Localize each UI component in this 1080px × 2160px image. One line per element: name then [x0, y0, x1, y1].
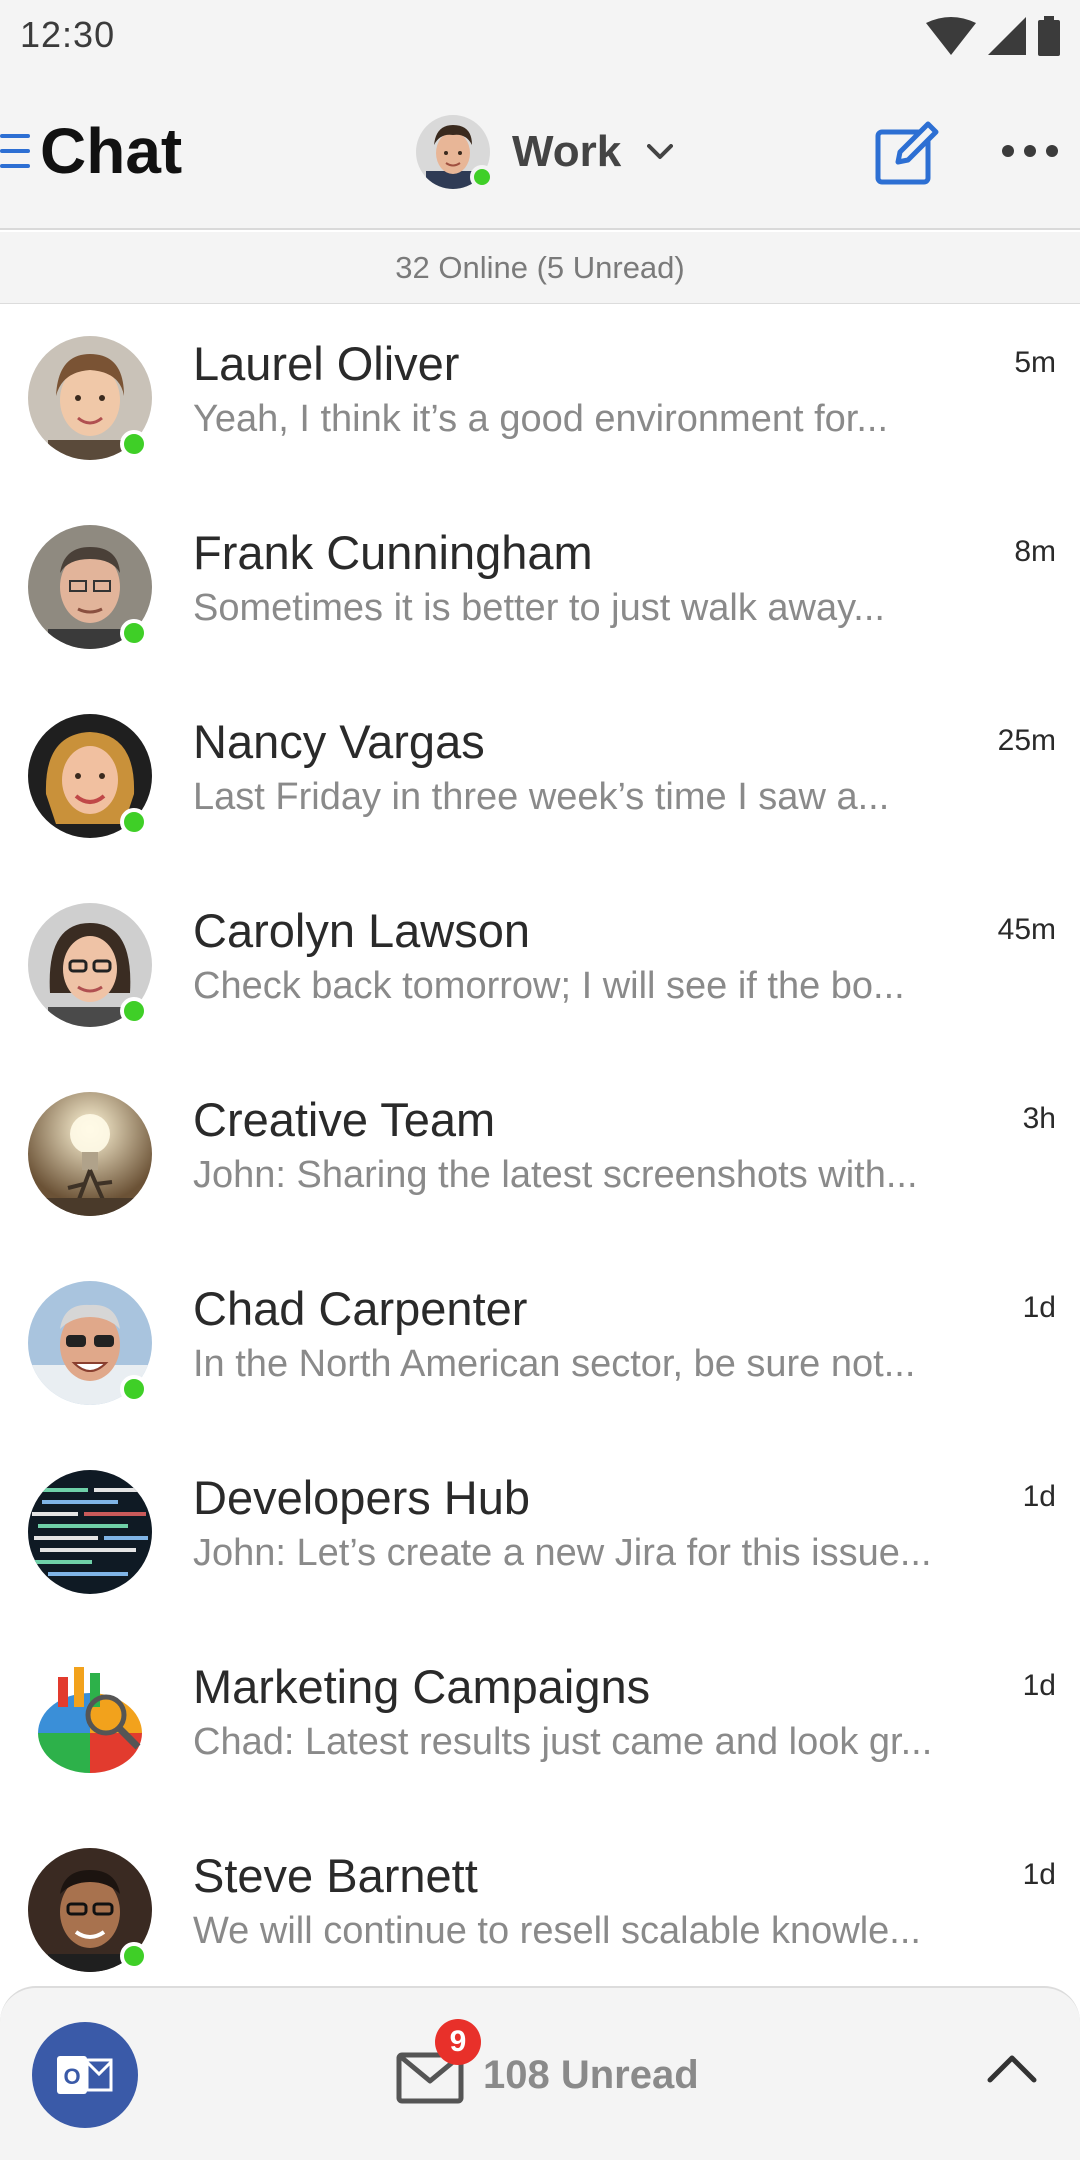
chat-name: Carolyn Lawson: [193, 904, 531, 957]
chat-item-nancy-vargas[interactable]: Nancy Vargas 25m Last Friday in three we…: [0, 684, 1080, 873]
chat-item-marketing-campaigns[interactable]: Marketing Campaigns 1d Chad: Latest resu…: [0, 1629, 1080, 1818]
avatar: [28, 336, 152, 460]
mail-icon[interactable]: 9: [395, 2019, 481, 2105]
chat-time: 8m: [1014, 535, 1056, 568]
chat-item-frank-cunningham[interactable]: Frank Cunningham 8m Sometimes it is bett…: [0, 495, 1080, 684]
chat-preview: We will continue to resell scalable know…: [193, 1910, 921, 1952]
chat-item-creative-team[interactable]: Creative Team 3h John: Sharing the lates…: [0, 1062, 1080, 1251]
chat-time: 1d: [1022, 1858, 1056, 1891]
avatar: [28, 1470, 152, 1594]
cellular-icon: [988, 17, 1026, 55]
online-indicator: [120, 997, 148, 1025]
status-icons: [926, 16, 1060, 56]
chat-preview: Chad: Latest results just came and look …: [193, 1721, 933, 1763]
chat-item-steve-barnett[interactable]: Steve Barnett 1d We will continue to res…: [0, 1818, 1080, 1986]
hamburger-icon[interactable]: [0, 132, 30, 172]
chat-name: Developers Hub: [193, 1471, 531, 1524]
online-summary: 32 Online (5 Unread): [0, 232, 1080, 304]
avatar: [28, 525, 152, 649]
online-indicator: [120, 619, 148, 647]
chat-name: Chad Carpenter: [193, 1282, 528, 1335]
bottom-bar: O 9 108 Unread: [0, 1986, 1080, 2160]
account-avatar[interactable]: [416, 115, 494, 189]
page-title: Chat: [40, 115, 183, 187]
avatar: [28, 714, 152, 838]
chat-name: Laurel Oliver: [193, 337, 460, 390]
status-bar: 12:30: [0, 0, 1080, 76]
chat-preview: John: Let’s create a new Jira for this i…: [193, 1532, 932, 1574]
app-header: Chat Work: [0, 76, 1080, 230]
chat-item-laurel-oliver[interactable]: Laurel Oliver 5m Yeah, I think it’s a go…: [0, 306, 1080, 495]
account-label[interactable]: Work: [512, 127, 621, 177]
chat-preview: In the North American sector, be sure no…: [193, 1343, 916, 1385]
chat-time: 3h: [1022, 1102, 1056, 1135]
status-time: 12:30: [20, 14, 116, 55]
chevron-down-icon[interactable]: [647, 144, 674, 160]
chat-name: Creative Team: [193, 1093, 496, 1146]
chat-preview: Sometimes it is better to just walk away…: [193, 587, 885, 629]
chat-item-carolyn-lawson[interactable]: Carolyn Lawson 45m Check back tomorrow; …: [0, 873, 1080, 1062]
chat-time: 25m: [997, 724, 1056, 757]
chat-list: Laurel Oliver 5m Yeah, I think it’s a go…: [0, 306, 1080, 1986]
unread-badge: 9: [435, 2019, 481, 2065]
chat-time: 1d: [1022, 1291, 1056, 1324]
battery-icon: [1038, 16, 1060, 56]
chat-preview: Last Friday in three week’s time I saw a…: [193, 776, 890, 818]
avatar: [28, 1281, 152, 1405]
chat-name: Nancy Vargas: [193, 715, 485, 768]
compose-icon[interactable]: [874, 120, 940, 186]
online-indicator: [120, 430, 148, 458]
online-indicator: [120, 1942, 148, 1970]
chat-name: Marketing Campaigns: [193, 1660, 651, 1713]
chat-item-chad-carpenter[interactable]: Chad Carpenter 1d In the North American …: [0, 1251, 1080, 1440]
wifi-icon: [926, 17, 976, 55]
chat-item-developers-hub[interactable]: Developers Hub 1d John: Let’s create a n…: [0, 1440, 1080, 1629]
chat-preview: Yeah, I think it’s a good environment fo…: [193, 398, 889, 440]
avatar: [28, 1848, 152, 1972]
outlook-letter: O: [63, 2064, 80, 2089]
unread-mail-summary[interactable]: 9 108 Unread: [395, 2019, 699, 2120]
chat-name: Steve Barnett: [193, 1849, 478, 1902]
chat-preview: Check back tomorrow; I will see if the b…: [193, 965, 905, 1007]
chevron-up-icon[interactable]: [986, 2052, 1038, 2084]
account-switcher[interactable]: Work: [416, 112, 674, 192]
online-indicator: [120, 1375, 148, 1403]
chat-time: 5m: [1014, 346, 1056, 379]
chat-time: 45m: [997, 913, 1056, 946]
outlook-icon[interactable]: O: [32, 2022, 138, 2128]
chat-time: 1d: [1022, 1669, 1056, 1702]
avatar: [28, 1659, 152, 1783]
online-indicator: [120, 808, 148, 836]
more-icon[interactable]: [1000, 136, 1060, 166]
chat-time: 1d: [1022, 1480, 1056, 1513]
chat-name: Frank Cunningham: [193, 526, 593, 579]
avatar: [28, 903, 152, 1027]
avatar: [28, 1092, 152, 1216]
unread-label[interactable]: 108 Unread: [483, 2053, 699, 2098]
online-indicator: [470, 165, 494, 189]
chat-preview: John: Sharing the latest screenshots wit…: [193, 1154, 918, 1196]
